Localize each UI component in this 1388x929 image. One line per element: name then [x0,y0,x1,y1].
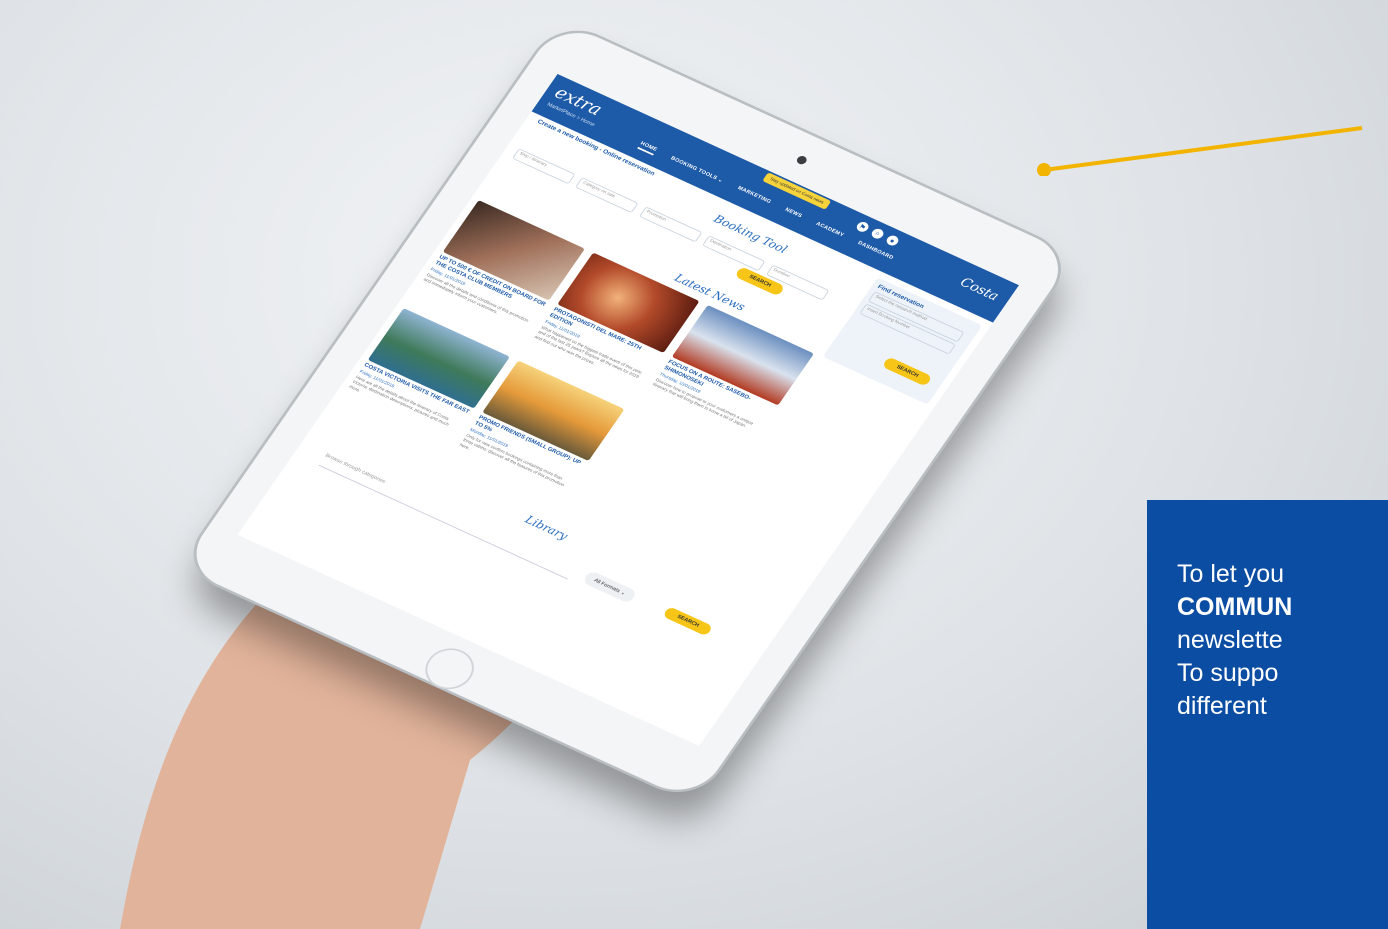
nav-marketing[interactable]: MARKETING [735,186,772,208]
flag-icon[interactable]: ⚑ [854,220,871,234]
pointer-line [1043,126,1363,172]
user-icon[interactable]: ● [884,233,901,248]
library-search-button[interactable]: SEARCH [662,606,714,637]
info-line-1: To let you [1177,560,1285,588]
info-line-3: newslette [1177,626,1283,654]
info-line-4: To suppo [1177,659,1279,687]
find-search-button[interactable]: SEARCH [881,356,933,387]
search-icon[interactable]: ⌕ [869,227,886,241]
nav-academy[interactable]: ACADEMY [813,222,845,242]
nav-news[interactable]: NEWS [782,207,803,221]
costa-logo: Costa [957,274,1003,304]
info-line-2: COMMUN [1177,593,1293,621]
info-callout-box: To let you COMMUN newslette To suppo dif… [1147,500,1388,929]
nav-home[interactable]: HOME [637,141,659,156]
formats-select[interactable]: All Formats ⌄ [581,570,638,604]
info-line-5: different [1177,692,1267,720]
callout-pointer [1037,126,1363,176]
